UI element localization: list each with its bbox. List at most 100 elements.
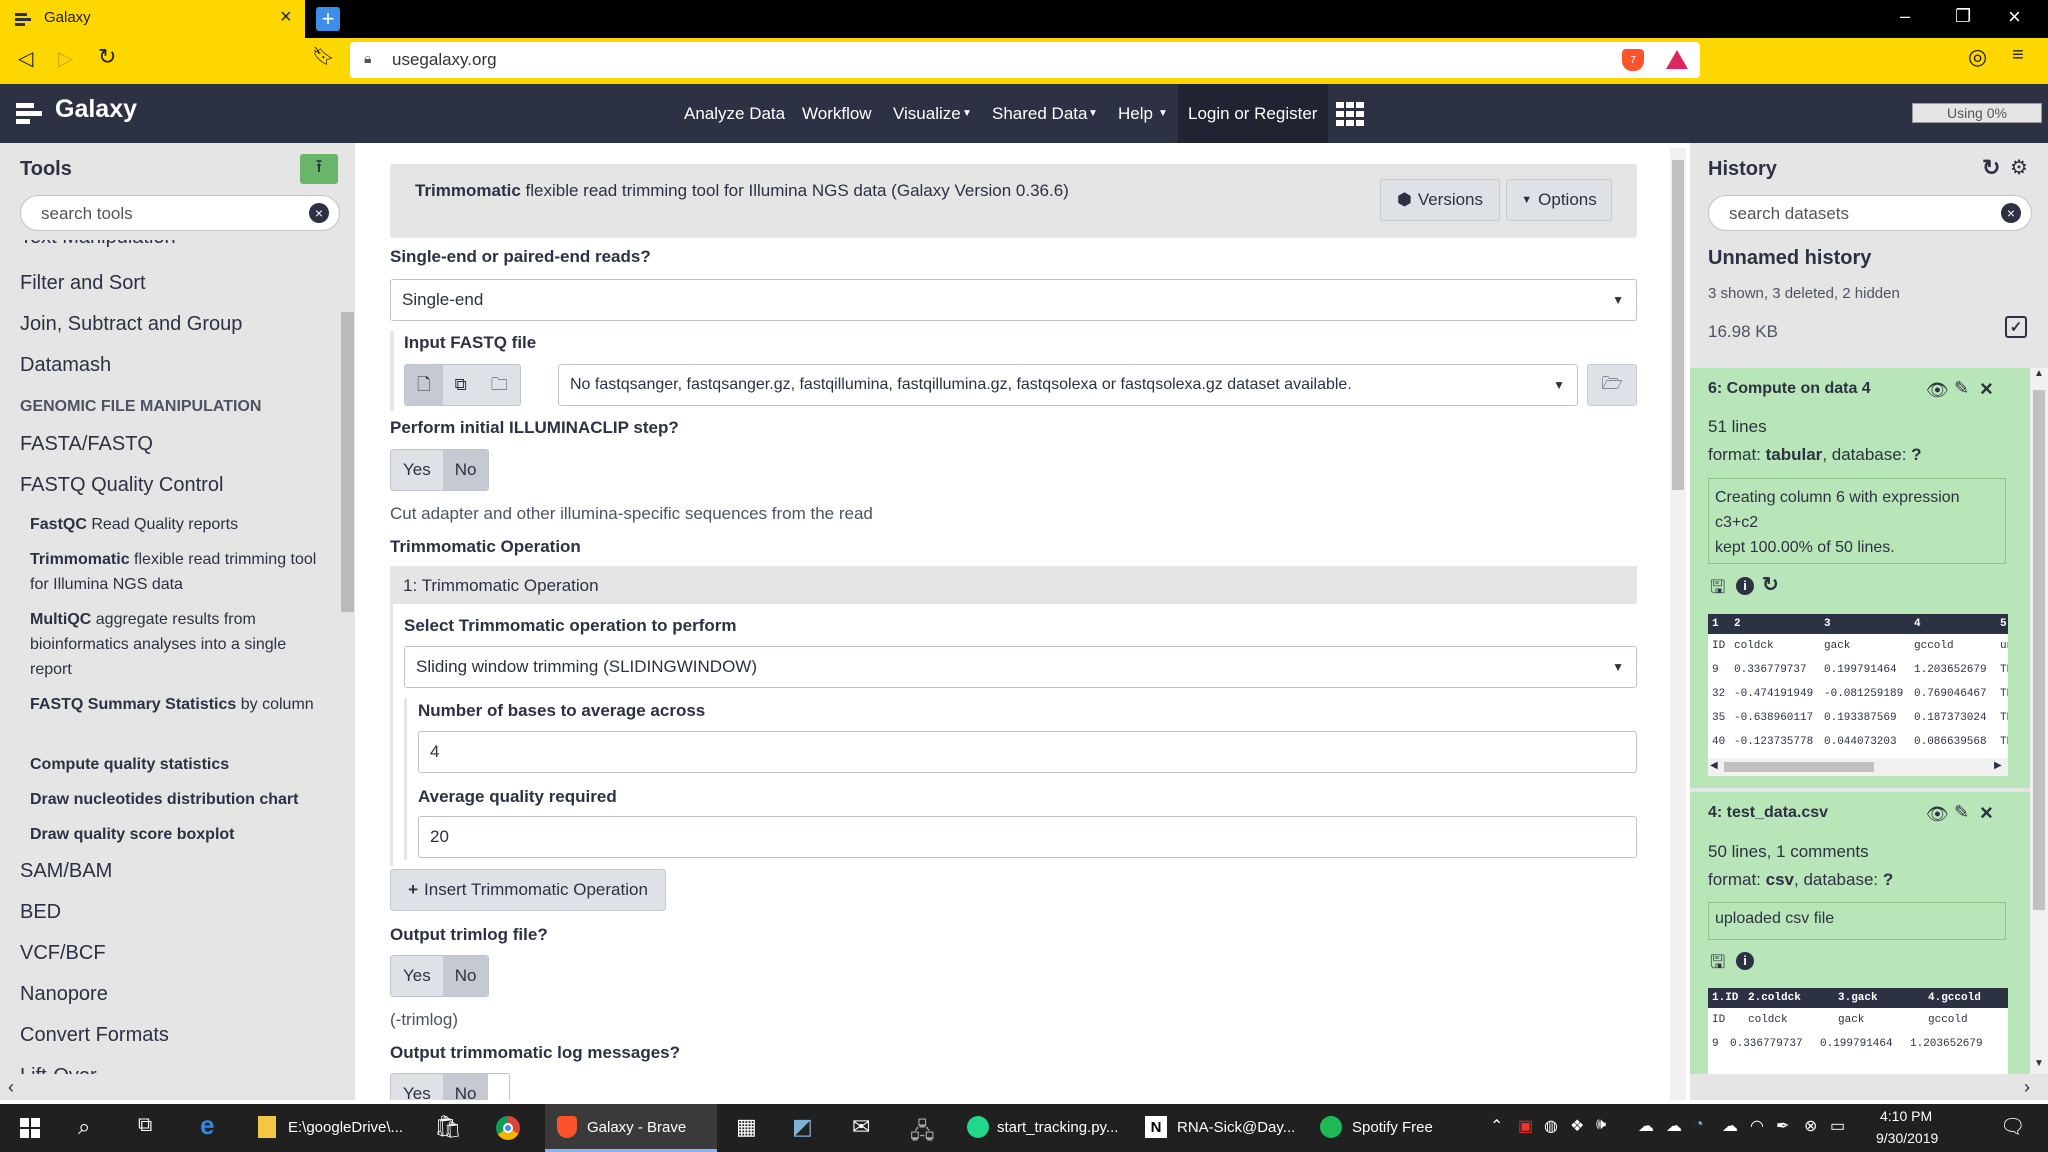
insert-operation-button[interactable]: + Insert Trimmomatic Operation: [390, 869, 666, 911]
galaxy-logo-icon[interactable]: [16, 100, 42, 131]
versions-button[interactable]: ⬢ Versions: [1380, 179, 1500, 221]
history-item-title[interactable]: 6: Compute on data 4: [1708, 380, 1871, 398]
tray-app-icon[interactable]: ◍: [1544, 1116, 1558, 1136]
upload-button[interactable]: ⭱: [300, 154, 338, 184]
clear-search-icon[interactable]: ×: [309, 203, 329, 223]
chrome-icon[interactable]: [496, 1116, 520, 1140]
keyboard-icon[interactable]: ▭: [1830, 1116, 1845, 1136]
tool-section-sam-bam[interactable]: SAM/BAM: [20, 860, 112, 883]
tool-multiqc[interactable]: MultiQC aggregate results from bioinform…: [30, 607, 330, 682]
scrollbar-thumb[interactable]: [1724, 762, 1874, 772]
collapse-right-icon[interactable]: ›: [2024, 1077, 2030, 1098]
cloud-icon[interactable]: ☁: [1666, 1116, 1682, 1136]
brave-shield-icon[interactable]: 7: [1622, 49, 1644, 71]
eye-icon[interactable]: 👁︎: [1926, 380, 1949, 401]
illumina-no[interactable]: No: [442, 450, 489, 490]
collapse-left-icon[interactable]: ‹: [8, 1077, 14, 1098]
history-item-6[interactable]: 6: Compute on data 4 👁︎ ✎ × 51 lines for…: [1690, 368, 2030, 788]
trimlog-yes[interactable]: Yes: [391, 956, 443, 996]
cloud-icon[interactable]: ☁: [1638, 1116, 1654, 1136]
scroll-up-icon[interactable]: ▲: [2034, 368, 2044, 379]
history-scrollbar[interactable]: ▲ ▼: [2030, 368, 2048, 1074]
select-items-icon[interactable]: ✓: [2005, 316, 2027, 338]
tool-fastq-summary[interactable]: FASTQ Summary Statistics by column: [30, 692, 330, 717]
tool-compute-quality[interactable]: Compute quality statistics: [30, 752, 330, 777]
options-button[interactable]: ▼ Options: [1506, 179, 1612, 221]
tool-section-datamash[interactable]: Datamash: [20, 354, 111, 377]
nav-login-register[interactable]: Login or Register: [1188, 84, 1317, 143]
brand-title[interactable]: Galaxy: [55, 95, 137, 124]
save-icon[interactable]: 🖫︎: [1710, 950, 1725, 980]
nav-analyze-data[interactable]: Analyze Data: [684, 84, 785, 143]
info-icon[interactable]: i: [1736, 952, 1754, 970]
illumina-yes[interactable]: Yes: [391, 450, 443, 490]
taskbar-spotify[interactable]: Spotify Free: [1310, 1104, 1460, 1152]
peek-hscrollbar[interactable]: ◀ ▶: [1708, 758, 2008, 776]
close-window-icon[interactable]: ×: [2008, 4, 2021, 30]
operation-block-title-bar[interactable]: 1: Trimmomatic Operation: [393, 566, 1637, 604]
pencil-icon[interactable]: ✎: [1954, 378, 1969, 399]
file-icon[interactable]: 🗋︎: [405, 365, 443, 405]
pen-icon[interactable]: ✒: [1776, 1116, 1789, 1136]
op-select[interactable]: Sliding window trimming (SLIDINGWINDOW) …: [404, 646, 1637, 688]
tray-overflow-icon[interactable]: ⌃: [1490, 1116, 1503, 1136]
scroll-down-icon[interactable]: ▼: [2034, 1058, 2044, 1069]
history-name[interactable]: Unnamed history: [1708, 247, 1871, 270]
notes-icon[interactable]: ◩: [792, 1114, 813, 1140]
calculator-icon[interactable]: ▦: [736, 1114, 757, 1140]
dropbox-icon[interactable]: ❖: [1570, 1116, 1584, 1136]
task-view-icon[interactable]: ⧉: [138, 1114, 152, 1137]
quality-input[interactable]: 20: [418, 816, 1637, 858]
tool-section-bed[interactable]: BED: [20, 901, 61, 924]
history-item-title[interactable]: 4: test_data.csv: [1708, 804, 1828, 822]
history-item-4[interactable]: 4: test_data.csv 👁︎ ✎ × 50 lines, 1 comm…: [1690, 792, 2030, 1074]
pencil-icon[interactable]: ✎: [1954, 802, 1969, 823]
nav-shared-data[interactable]: Shared Data: [992, 84, 1087, 143]
browser-tab[interactable]: Galaxy ×: [0, 0, 305, 38]
folder-icon[interactable]: 🗀︎: [478, 365, 520, 405]
onedrive-icon[interactable]: ☁: [1722, 1116, 1738, 1136]
close-tab-icon[interactable]: ×: [280, 6, 292, 29]
tool-fastqc[interactable]: FastQC Read Quality reports: [30, 512, 330, 537]
volume-icon[interactable]: 🕪︎: [1596, 1116, 1606, 1134]
tray-app-icon[interactable]: ▣: [1518, 1116, 1533, 1136]
tool-section-join[interactable]: Join, Subtract and Group: [20, 313, 242, 336]
tool-section-nanopore[interactable]: Nanopore: [20, 983, 108, 1006]
refresh-icon[interactable]: ↻: [1982, 155, 2000, 181]
bookmark-icon[interactable]: 🔖︎: [312, 46, 335, 67]
clock-time[interactable]: 4:10 PM: [1880, 1108, 1932, 1124]
maximize-icon[interactable]: ❐: [1955, 6, 1971, 27]
taskbar-brave[interactable]: Galaxy - Brave: [545, 1104, 717, 1152]
save-icon[interactable]: 🖫︎: [1710, 575, 1725, 605]
logmsg-no[interactable]: No: [442, 1074, 489, 1100]
history-search-input[interactable]: search datasets ×: [1708, 195, 2032, 231]
store-icon[interactable]: 🛍︎: [434, 1114, 462, 1140]
taskbar-python[interactable]: start_tracking.py...: [955, 1104, 1135, 1152]
tool-panel-scrollbar[interactable]: [340, 242, 355, 1074]
eye-icon[interactable]: 👁︎: [1926, 804, 1949, 825]
scrollbar-thumb[interactable]: [341, 312, 354, 612]
info-icon[interactable]: i: [1736, 577, 1754, 595]
browse-datasets-button[interactable]: 🗁︎: [1587, 364, 1637, 406]
tool-section-fasta-fastq[interactable]: FASTA/FASTQ: [20, 433, 153, 456]
taskbar-notion[interactable]: N RNA-Sick@Day...: [1135, 1104, 1305, 1152]
brave-rewards-icon[interactable]: [1666, 50, 1688, 69]
network-drive-icon[interactable]: 🖧︎: [910, 1114, 935, 1152]
delete-icon[interactable]: ×: [1980, 376, 1993, 402]
bases-input[interactable]: 4: [418, 731, 1637, 773]
back-icon[interactable]: ◁: [18, 46, 33, 71]
edge-icon[interactable]: e: [200, 1110, 214, 1141]
reload-icon[interactable]: ↻: [98, 44, 116, 70]
delete-icon[interactable]: ×: [1980, 800, 1993, 826]
apps-grid-icon[interactable]: [1336, 102, 1364, 126]
tool-draw-nucleotides[interactable]: Draw nucleotides distribution chart: [30, 787, 330, 812]
tray-app-icon[interactable]: ◔: [1694, 1116, 1704, 1134]
nav-help[interactable]: Help: [1118, 84, 1153, 143]
logmsg-yes[interactable]: Yes: [391, 1074, 443, 1100]
windows-start-icon[interactable]: [20, 1118, 40, 1143]
forward-icon[interactable]: ▷: [58, 46, 73, 71]
tool-draw-boxplot[interactable]: Draw quality score boxplot: [30, 822, 330, 847]
tool-section-text-manipulation[interactable]: Text Manipulation: [20, 240, 176, 249]
clear-search-icon[interactable]: ×: [2001, 203, 2021, 223]
scroll-left-icon[interactable]: ◀: [1710, 760, 1718, 771]
